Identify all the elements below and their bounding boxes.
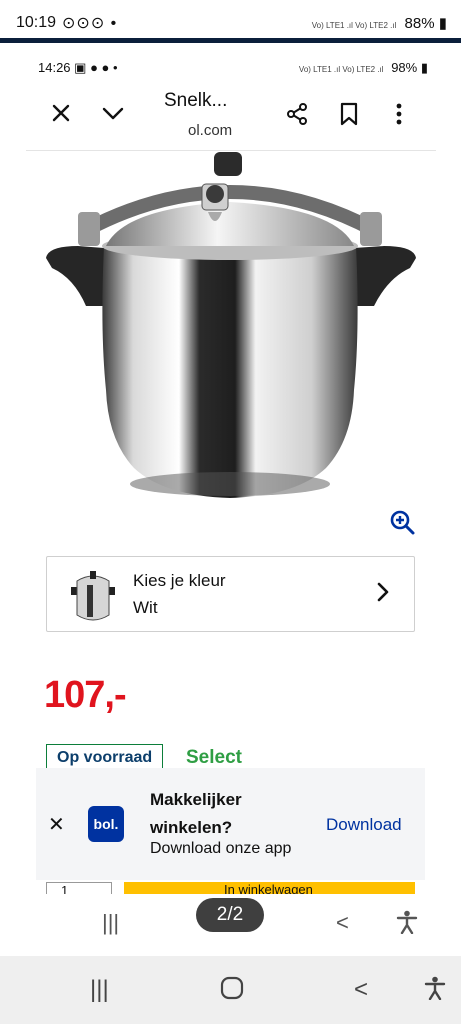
quantity-select[interactable]: 1	[46, 882, 112, 894]
accessibility-icon[interactable]	[396, 910, 418, 940]
banner-subtitle: Download onze app	[150, 840, 292, 857]
banner-close-icon[interactable]: ✕	[48, 812, 65, 837]
inner-battery-label: 98%	[391, 60, 418, 75]
recents-icon[interactable]: |||	[102, 910, 119, 936]
zoom-in-icon[interactable]	[388, 508, 416, 536]
product-price: 107,-	[44, 674, 127, 716]
browser-toolbar: Snelk... ol.com	[36, 84, 436, 144]
download-button[interactable]: Download	[326, 815, 402, 835]
select-badge: Select	[186, 747, 242, 768]
inner-notification-icons: ▣ ● ● •	[74, 60, 118, 75]
inner-status-time: 14:26	[38, 60, 71, 75]
color-selector[interactable]: Kies je kleur Wit	[46, 556, 415, 632]
color-selector-label: Kies je kleur	[133, 571, 226, 590]
inner-status-right: Vo) LTE1 .ıl Vo) LTE2 .ıl 98% ▮	[299, 60, 428, 76]
inner-signal-icon: Vo) LTE1 .ıl Vo) LTE2 .ıl	[298, 65, 384, 74]
accessibility-icon[interactable]	[424, 976, 446, 1007]
stock-status: Op voorraad	[46, 744, 164, 770]
bookmark-icon[interactable]	[336, 102, 362, 128]
outer-status-time: 10:19	[16, 14, 57, 31]
back-icon[interactable]: <	[354, 976, 368, 1004]
battery-icon: ▮	[438, 15, 447, 32]
color-selector-value: Wit	[133, 598, 158, 617]
system-nav-bar: ||| <	[0, 956, 461, 1024]
back-icon[interactable]: <	[336, 910, 349, 936]
outer-battery-label: 88%	[404, 15, 435, 32]
share-icon[interactable]	[284, 102, 310, 128]
inner-status-time-group: 14:26 ▣ ● ● •	[38, 60, 118, 76]
inner-status-bar: 14:26 ▣ ● ● • Vo) LTE1 .ıl Vo) LTE2 .ıl …	[38, 60, 428, 80]
outer-status-bar: 10:19 ⊙⊙⊙ • Vo) LTE1 .ıl Vo) LTE2 .ıl 88…	[0, 0, 461, 38]
outer-signal-icon: Vo) LTE1 .ıl Vo) LTE2 .ıl	[311, 21, 397, 30]
battery-icon: ▮	[420, 60, 428, 75]
bol-logo: bol.	[88, 806, 124, 842]
app-install-banner: ✕ bol. Makkelijker winkelen? Download on…	[36, 768, 425, 880]
product-image[interactable]	[44, 150, 418, 510]
page-url: ol.com	[188, 122, 233, 139]
chevron-down-icon[interactable]	[100, 102, 126, 128]
close-icon[interactable]	[48, 102, 74, 128]
recents-icon[interactable]: |||	[90, 976, 109, 1004]
outer-status-right: Vo) LTE1 .ıl Vo) LTE2 .ıl 88% ▮	[312, 14, 447, 32]
add-to-cart-button[interactable]: In winkelwagen	[124, 882, 415, 894]
chevron-right-icon	[376, 581, 390, 609]
top-divider	[0, 38, 461, 43]
page-indicator: 2/2	[196, 898, 264, 932]
outer-notification-icons: ⊙⊙⊙ •	[62, 15, 118, 32]
home-icon[interactable]	[220, 976, 244, 1007]
page-title: Snelk...	[164, 90, 228, 111]
banner-title: Makkelijker winkelen?	[150, 790, 242, 837]
purchase-row: 1 In winkelwagen	[46, 882, 415, 894]
color-thumbnail	[65, 565, 121, 625]
more-vert-icon[interactable]	[386, 102, 412, 128]
